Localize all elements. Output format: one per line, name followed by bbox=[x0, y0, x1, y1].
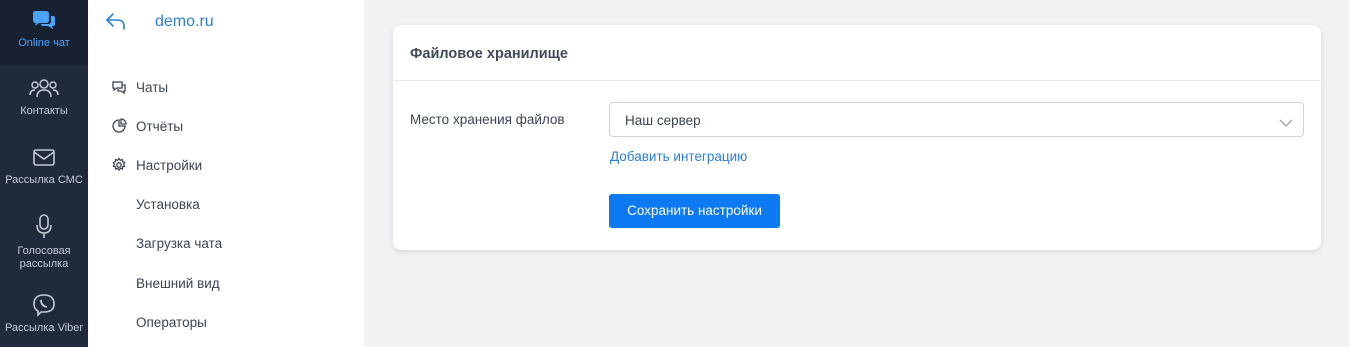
envelope-icon bbox=[31, 147, 57, 174]
rail-item-sms[interactable]: Рассылка СМС bbox=[0, 147, 88, 187]
sidebar-subitem-label: Операторы bbox=[136, 315, 207, 330]
save-settings-button[interactable]: Сохранить настройки bbox=[609, 194, 780, 228]
storage-location-label: Место хранения файлов bbox=[410, 112, 565, 127]
sidebar-header: demo.ru bbox=[88, 0, 364, 44]
chat-bubbles-icon bbox=[31, 10, 57, 37]
file-storage-card: Файловое хранилище Место хранения файлов… bbox=[393, 25, 1321, 250]
rail-label: Голосовая рассылка bbox=[17, 245, 71, 270]
sidebar-subitem-install[interactable]: Установка bbox=[88, 191, 364, 217]
storage-location-select[interactable]: Наш сервер bbox=[609, 102, 1304, 137]
divider bbox=[393, 80, 1321, 81]
sidebar-item-label: Настройки bbox=[136, 158, 203, 173]
sidebar-subitem-label: Установка bbox=[136, 197, 200, 212]
contacts-icon bbox=[29, 76, 59, 105]
sidebar-item-chats[interactable]: Чаты bbox=[88, 74, 364, 100]
select-value: Наш сервер bbox=[625, 113, 701, 128]
sidebar-subitem-operators[interactable]: Операторы bbox=[88, 309, 364, 335]
gear-icon bbox=[111, 157, 127, 176]
rail-item-voice[interactable]: Голосовая рассылка bbox=[0, 212, 88, 271]
chevron-down-icon bbox=[1279, 115, 1293, 133]
app-rail: Online чат Контакты Рассылка СМС Голосов… bbox=[0, 0, 88, 347]
chat-icon bbox=[111, 79, 127, 98]
sidebar-subitem-label: Загрузка чата bbox=[136, 236, 223, 251]
card-title: Файловое хранилище bbox=[410, 46, 568, 62]
rail-item-contacts[interactable]: Контакты bbox=[0, 76, 88, 118]
viber-icon bbox=[32, 293, 56, 322]
microphone-icon bbox=[34, 212, 54, 245]
rail-label: Рассылка Viber bbox=[4, 322, 84, 334]
rail-item-online-chat[interactable]: Online чат bbox=[0, 0, 88, 65]
sidebar-subitem-label: Внешний вид bbox=[136, 276, 220, 291]
pie-chart-icon bbox=[111, 118, 127, 137]
sidebar-item-label: Отчёты bbox=[136, 119, 184, 134]
sidebar-subitem-chat-loading[interactable]: Загрузка чата bbox=[88, 230, 364, 256]
site-name: demo.ru bbox=[155, 13, 214, 30]
secondary-sidebar: demo.ru Чаты Отчёты Настройки Установка … bbox=[88, 0, 364, 347]
add-integration-link[interactable]: Добавить интеграцию bbox=[610, 149, 747, 164]
rail-item-viber[interactable]: Рассылка Viber bbox=[0, 293, 88, 335]
sidebar-item-reports[interactable]: Отчёты bbox=[88, 113, 364, 139]
rail-label: Контакты bbox=[20, 105, 68, 117]
rail-label: Рассылка СМС bbox=[5, 174, 83, 186]
sidebar-item-settings[interactable]: Настройки bbox=[88, 152, 364, 178]
rail-label: Online чат bbox=[18, 37, 70, 49]
back-arrow-icon[interactable] bbox=[105, 12, 127, 37]
sidebar-item-label: Чаты bbox=[136, 80, 169, 95]
sidebar-subitem-appearance[interactable]: Внешний вид bbox=[88, 270, 364, 296]
